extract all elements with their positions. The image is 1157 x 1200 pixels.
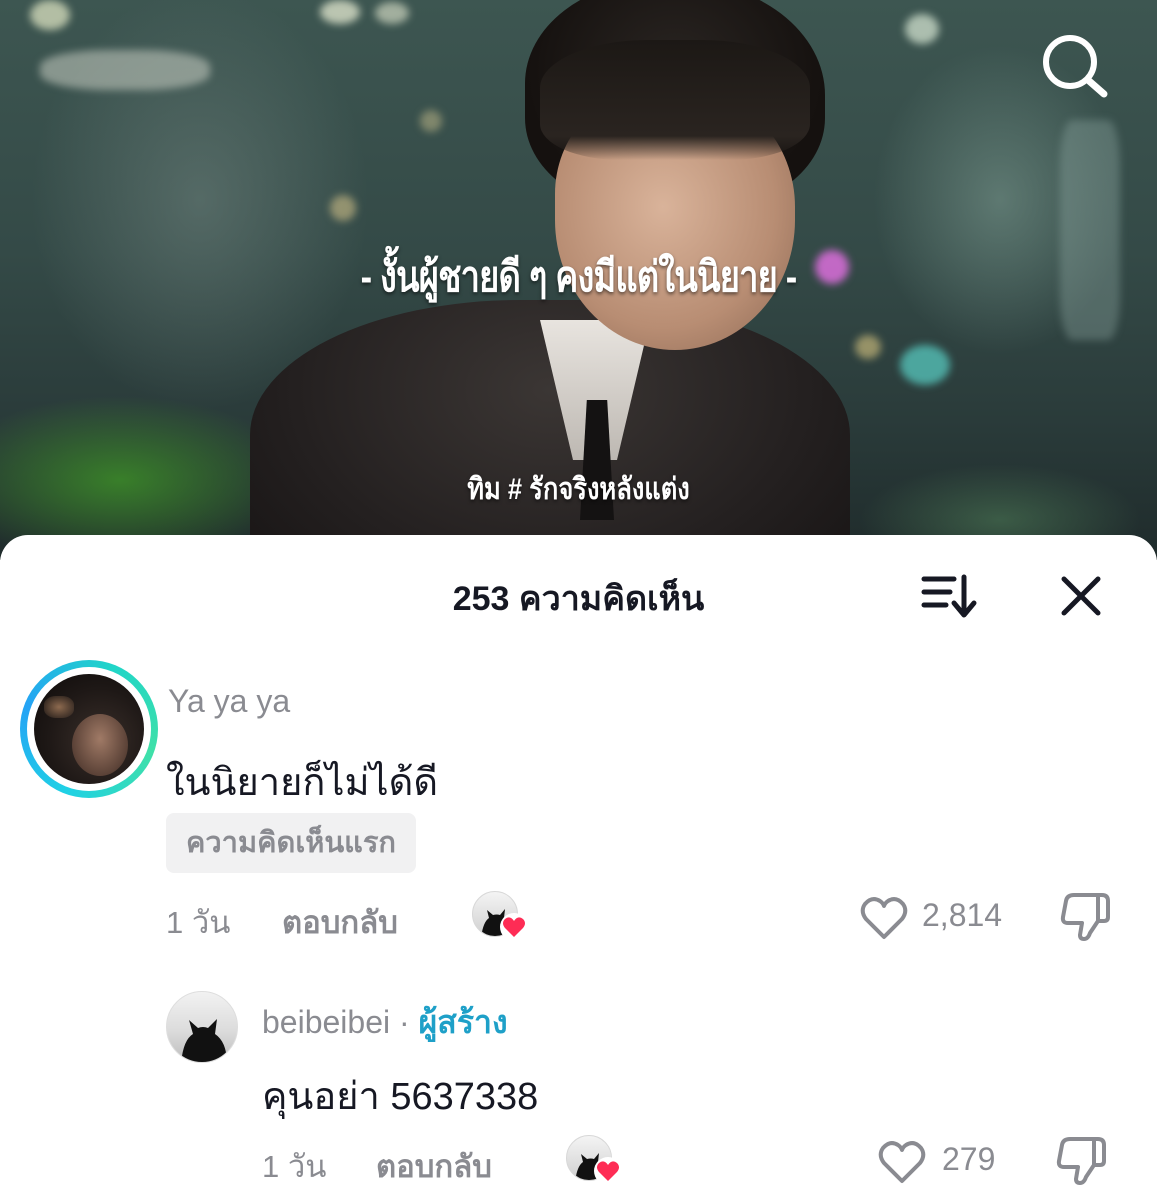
background-light <box>40 50 210 90</box>
reply-button[interactable]: ตอบกลับ <box>376 1141 492 1191</box>
thumbs-down-icon <box>1056 1137 1106 1185</box>
sort-button[interactable] <box>918 573 982 619</box>
first-comment-badge: ความคิดเห็นแรก <box>166 813 416 873</box>
reply-button[interactable]: ตอบกลับ <box>282 897 398 947</box>
video-subtitle: - งั้นผู้ชายดี ๆ คงมีแต่ในนิยาย - <box>360 253 798 300</box>
comment-text: คุนอย่า 5637338 <box>262 1076 539 1118</box>
like-count: 279 <box>942 1141 996 1177</box>
background-light <box>905 14 939 44</box>
creator-tag: ผู้สร้าง <box>418 1004 508 1040</box>
user-avatar-ring[interactable] <box>20 660 158 798</box>
comment-username[interactable]: beibeibei <box>262 1004 390 1040</box>
background-light <box>330 195 356 221</box>
search-button[interactable] <box>1040 32 1112 100</box>
cat-silhouette-icon <box>181 1019 227 1062</box>
background-light <box>855 335 881 359</box>
background-light <box>30 0 70 30</box>
search-icon <box>1043 35 1108 98</box>
comment-time: 1 วัน <box>166 905 231 940</box>
background-light <box>900 345 950 385</box>
comments-count-title: 253 ความคิดเห็น <box>452 580 705 618</box>
comment-username[interactable]: Ya ya ya <box>168 683 290 720</box>
thumbs-down-icon <box>1060 893 1110 941</box>
dislike-button[interactable] <box>1058 891 1114 951</box>
heart-badge <box>500 913 528 941</box>
heart-filled-icon <box>597 1161 619 1181</box>
sort-icon <box>921 574 977 618</box>
person-bangs <box>540 40 810 160</box>
video-player[interactable]: - งั้นผู้ชายดี ๆ คงมีแต่ในนิยาย - ทิม # … <box>0 0 1157 560</box>
heart-badge <box>594 1157 622 1185</box>
comment-text: ในนิยายก็ไม่ได้ดี <box>166 762 439 804</box>
creator-liked-indicator[interactable] <box>566 1135 622 1187</box>
background-light <box>375 2 409 24</box>
avatar-photo-face <box>72 714 128 776</box>
heart-filled-icon <box>503 917 525 937</box>
creator-liked-indicator[interactable] <box>472 891 528 943</box>
background-light <box>320 0 360 24</box>
avatar[interactable] <box>166 991 238 1063</box>
comments-sheet: 253 ความคิดเห็น Ya ya ya ในนิยายก็ไม่ได้… <box>0 535 1157 1200</box>
separator-dot: · <box>399 1004 410 1040</box>
background-light <box>1060 120 1120 340</box>
dislike-button[interactable] <box>1054 1135 1110 1195</box>
heart-outline-icon <box>860 897 908 939</box>
comment-time: 1 วัน <box>262 1149 327 1184</box>
reply-username-line: beibeibei · ผู้สร้าง <box>262 997 508 1048</box>
like-button[interactable] <box>876 1137 928 1189</box>
avatar <box>34 674 144 784</box>
video-credit: ทิม # รักจริงหลังแต่ง <box>467 473 690 506</box>
close-button[interactable] <box>1056 571 1106 621</box>
background-light <box>420 110 442 132</box>
avatar-photo-detail <box>44 696 74 718</box>
heart-outline-icon <box>878 1141 926 1183</box>
close-icon <box>1061 576 1101 616</box>
like-count: 2,814 <box>922 897 1003 933</box>
like-button[interactable] <box>858 893 910 945</box>
